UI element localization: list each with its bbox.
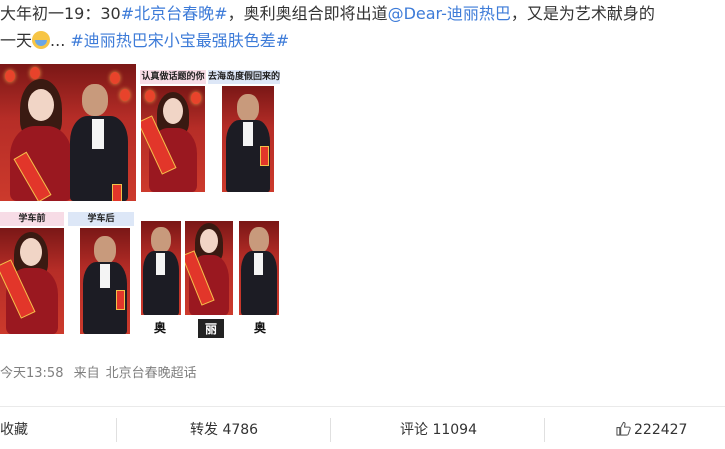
favorite-label: 收藏 [0, 422, 28, 438]
action-separator [330, 418, 331, 442]
post-line-2: 一天... #迪丽热巴宋小宝最强肤色差# [0, 27, 715, 54]
post-text-suffix: ，又是为艺术献身的 [510, 4, 655, 23]
like-button[interactable]: 222427 [616, 414, 687, 446]
post-ellipsis: ... [50, 31, 66, 50]
post-meta: 今天13:58 来自 北京台春晚超话 [0, 362, 203, 381]
post-source[interactable]: 北京台春晚超话 [106, 366, 197, 381]
image-char-3: 奥 [253, 321, 266, 335]
post-image-4[interactable] [0, 228, 64, 334]
post-image-2[interactable] [141, 86, 205, 192]
post-image-1[interactable] [0, 64, 136, 201]
topic-link-beijing-gala[interactable]: #北京台春晚# [121, 4, 228, 23]
mention-link-dear-dilraba[interactable]: @Dear-迪丽热巴 [388, 4, 511, 23]
image-caption-4: 学车前 [0, 212, 64, 226]
comment-label: 评论 11094 [400, 422, 477, 438]
thumbs-up-icon [616, 421, 631, 436]
like-count: 222427 [634, 422, 688, 438]
action-bar: 收藏 转发 4786 评论 11094 222427 [0, 414, 725, 446]
action-separator [544, 418, 545, 442]
post-image-3[interactable] [222, 86, 274, 192]
post-line-1: 大年初一19：30#北京台春晚#，奥利奥组合即将出道@Dear-迪丽热巴，又是为… [0, 0, 715, 27]
post-from-label: 来自 [73, 366, 100, 381]
image-char-1: 奥 [153, 321, 166, 335]
topic-link-skin-contrast[interactable]: #迪丽热巴宋小宝最强肤色差# [70, 31, 289, 50]
repost-button[interactable]: 转发 4786 [190, 414, 258, 446]
post-time[interactable]: 今天13:58 [0, 366, 63, 381]
image-caption-2: 认真做话题的你 [140, 70, 206, 84]
hug-emoji-icon [32, 31, 51, 49]
post-image-7[interactable] [185, 221, 233, 315]
post-text-date: 大年初一19：30 [0, 4, 121, 23]
post-text-middle: ，奥利奥组合即将出道 [227, 4, 388, 23]
post-image-8[interactable] [239, 221, 279, 315]
repost-label: 转发 4786 [190, 422, 259, 438]
post-text-line2: 一天 [0, 31, 33, 50]
image-char-2: 丽 [198, 319, 224, 338]
comment-button[interactable]: 评论 11094 [400, 414, 477, 446]
action-divider [0, 406, 725, 407]
post-image-5[interactable] [80, 228, 130, 334]
image-caption-5: 学车后 [68, 212, 134, 226]
post-text: 大年初一19：30#北京台春晚#，奥利奥组合即将出道@Dear-迪丽热巴，又是为… [0, 0, 715, 54]
post-image-6[interactable] [141, 221, 181, 315]
image-caption-3: 去海岛度假回来的 [208, 70, 281, 84]
favorite-button[interactable]: 收藏 [0, 414, 28, 446]
action-separator [116, 418, 117, 442]
